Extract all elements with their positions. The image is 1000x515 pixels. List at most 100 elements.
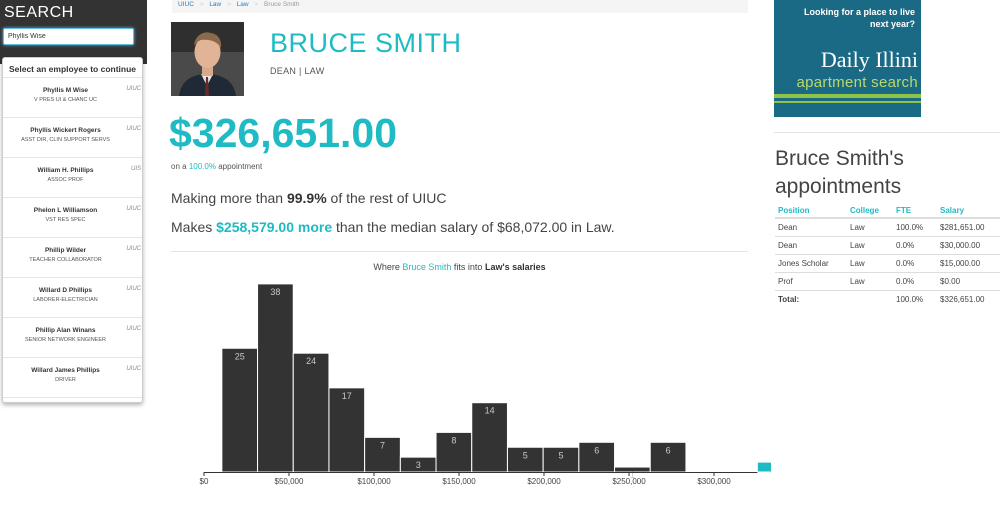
cell-fte: 0.0% xyxy=(893,254,937,273)
employee-result-title: V PRES UI & CHANC UC xyxy=(34,97,97,103)
employee-result-title: VST RES SPEC xyxy=(45,217,86,223)
chart-caption-middle: fits into xyxy=(453,262,483,272)
employee-result-campus: UIUC xyxy=(126,86,141,92)
histogram-bar-label: 6 xyxy=(666,445,671,455)
appointment-prefix: on a xyxy=(171,162,187,171)
cell-salary: $0.00 xyxy=(937,272,1000,291)
table-row: Dean Law 100.0% $281,651.00 xyxy=(775,218,1000,237)
cell-salary: $15,000.00 xyxy=(937,254,1000,273)
x-axis-tick-label: $50,000 xyxy=(275,477,304,486)
search-input[interactable] xyxy=(3,28,134,45)
cell-college: Law xyxy=(847,236,893,255)
histogram-bar-label: 8 xyxy=(451,435,456,445)
breadcrumb-current: Bruce Smith xyxy=(264,1,300,8)
sidebar: SEARCH Select an employee to continue Ph… xyxy=(0,0,147,515)
ad-headline: Looking for a place to live next year? xyxy=(803,7,915,29)
x-axis-tick-label: $300,000 xyxy=(697,477,731,486)
cell-college: Law xyxy=(847,272,893,291)
search-results-dropdown: Select an employee to continue Phyllis M… xyxy=(2,57,143,403)
appointments-table: Position College FTE Salary Dean Law 100.0… xyxy=(775,203,1000,308)
ad-accent-line xyxy=(774,101,921,103)
employee-result-name: Phyllis M Wise xyxy=(42,87,89,94)
chart-caption-dept: Law's salaries xyxy=(484,262,546,272)
total-salary: $326,651.00 xyxy=(169,110,398,156)
x-axis-tick-label: $100,000 xyxy=(357,477,391,486)
breadcrumb-item-department[interactable]: Law xyxy=(237,1,249,8)
employee-result-campus: UIUC xyxy=(126,366,141,372)
cell-position: Total: xyxy=(778,294,800,304)
histogram-bar-label: 38 xyxy=(270,287,280,297)
chart-caption-prefix: Where xyxy=(373,262,400,272)
cell-position: Jones Scholar xyxy=(775,254,847,273)
median-difference: $258,579.00 more xyxy=(216,219,333,235)
x-axis-tick-label: $150,000 xyxy=(442,477,476,486)
right-divider xyxy=(774,132,1000,133)
cell-college xyxy=(847,290,893,308)
histogram-bar-label: 7 xyxy=(380,440,385,450)
table-row: Prof Law 0.0% $0.00 xyxy=(775,272,1000,291)
employee-result-campus: UIUC xyxy=(126,326,141,332)
histogram-bar-label: 14 xyxy=(485,406,495,416)
employee-result-title: SENIOR NETWORK ENGINEER xyxy=(25,337,106,343)
employee-result-item[interactable]: Phillip Wilder TEACHER COLLABORATOR UIUC xyxy=(3,238,142,278)
employee-result-item[interactable]: Phyllis M Wise V PRES UI & CHANC UC UIUC xyxy=(3,78,142,118)
cell-fte: 100.0% xyxy=(896,294,924,304)
employee-result-campus: UIUC xyxy=(126,246,141,252)
employee-result-title: ASSOC PROF xyxy=(47,177,84,183)
histogram-bar-label: 25 xyxy=(235,351,245,361)
breadcrumb-item-uiuc[interactable]: UIUC xyxy=(178,1,194,8)
appointments-body: Dean Law 100.0% $281,651.00 Dean Law 0.0% $30,0… xyxy=(775,218,1000,308)
employee-result-item[interactable]: Phelon L Williamson VST RES SPEC UIUC xyxy=(3,198,142,238)
table-row: Dean Law 0.0% $30,000.00 xyxy=(775,236,1000,255)
search-title: SEARCH xyxy=(4,4,74,21)
cell-position: Prof xyxy=(775,272,847,291)
histogram-bar-label: 24 xyxy=(306,356,316,366)
cell-position: Dean xyxy=(775,218,847,237)
employee-result-name: Phyllis Wickert Rogers xyxy=(30,127,101,134)
histogram-bar-highlight[interactable] xyxy=(756,461,771,473)
employee-result-campus: UIUC xyxy=(126,286,141,292)
cell-fte: 0.0% xyxy=(893,272,937,291)
x-axis-tick-label: $200,000 xyxy=(527,477,561,486)
employee-result-campus: UIS xyxy=(130,166,141,172)
column-header-college: College xyxy=(847,203,893,219)
histogram-bar-label: 17 xyxy=(342,391,352,401)
column-header-position: Position xyxy=(775,203,847,219)
chart-caption: Where Bruce Smith fits into Law's salari… xyxy=(171,262,748,272)
search-panel: SEARCH xyxy=(0,0,147,64)
x-axis-tick-label: $0 xyxy=(200,477,209,486)
median-comparison-statement: Makes $258,579.00 more than the median s… xyxy=(171,219,615,235)
breadcrumb-item-college[interactable]: Law xyxy=(209,1,221,8)
percentile-suffix: of the rest of UIUC xyxy=(330,190,447,206)
column-header-fte: FTE xyxy=(893,203,937,219)
employee-result-campus: UIUC xyxy=(126,126,141,132)
employee-result-title: TEACHER COLLABORATOR xyxy=(29,257,102,263)
advertisement-banner[interactable]: Looking for a place to live next year? D… xyxy=(774,0,921,117)
employee-result-item[interactable]: Phillip Alan Winans SENIOR NETWORK ENGINE… xyxy=(3,318,142,358)
employee-result-item[interactable]: Phyllis Wickert Rogers ASST DIR, CLIN SUP… xyxy=(3,118,142,158)
appointments-title: Bruce Smith's appointments xyxy=(775,147,904,198)
cell-position: Dean xyxy=(775,236,847,255)
profile-photo xyxy=(171,22,244,96)
breadcrumb-separator: > xyxy=(254,1,259,8)
employee-result-name: Phillip Alan Winans xyxy=(35,327,96,334)
cell-salary: $30,000.00 xyxy=(937,236,1000,255)
employee-result-name: William H. Phillips xyxy=(37,167,94,174)
histogram-bar[interactable] xyxy=(292,352,330,473)
cell-salary: $281,651.00 xyxy=(937,218,1000,237)
breadcrumb-separator: > xyxy=(199,1,204,8)
cell-fte: 100.0% xyxy=(893,218,937,237)
employee-name: BRUCE SMITH xyxy=(270,28,462,58)
cell-college: Law xyxy=(847,254,893,273)
appointment-percent: 100.0% xyxy=(188,162,216,171)
employee-result-item[interactable]: Willard D Phillips LABORER-ELECTRICIAN UIU… xyxy=(3,278,142,318)
histogram-bar[interactable] xyxy=(221,347,259,473)
histogram-bar[interactable] xyxy=(257,283,294,473)
employee-result-title: LABORER-ELECTRICIAN xyxy=(33,297,98,303)
employee-result-item[interactable]: Willard James Phillips DRIVER UIUC xyxy=(3,358,142,398)
employee-result-title: ASST DIR, CLIN SUPPORT SERVS xyxy=(21,137,110,143)
appointment-suffix: appointment xyxy=(218,162,263,171)
table-row: Jones Scholar Law 0.0% $15,000.00 xyxy=(775,254,1000,273)
histogram-bar-label: 6 xyxy=(594,445,599,455)
employee-result-item[interactable]: William H. Phillips ASSOC PROF UIS xyxy=(3,158,142,198)
